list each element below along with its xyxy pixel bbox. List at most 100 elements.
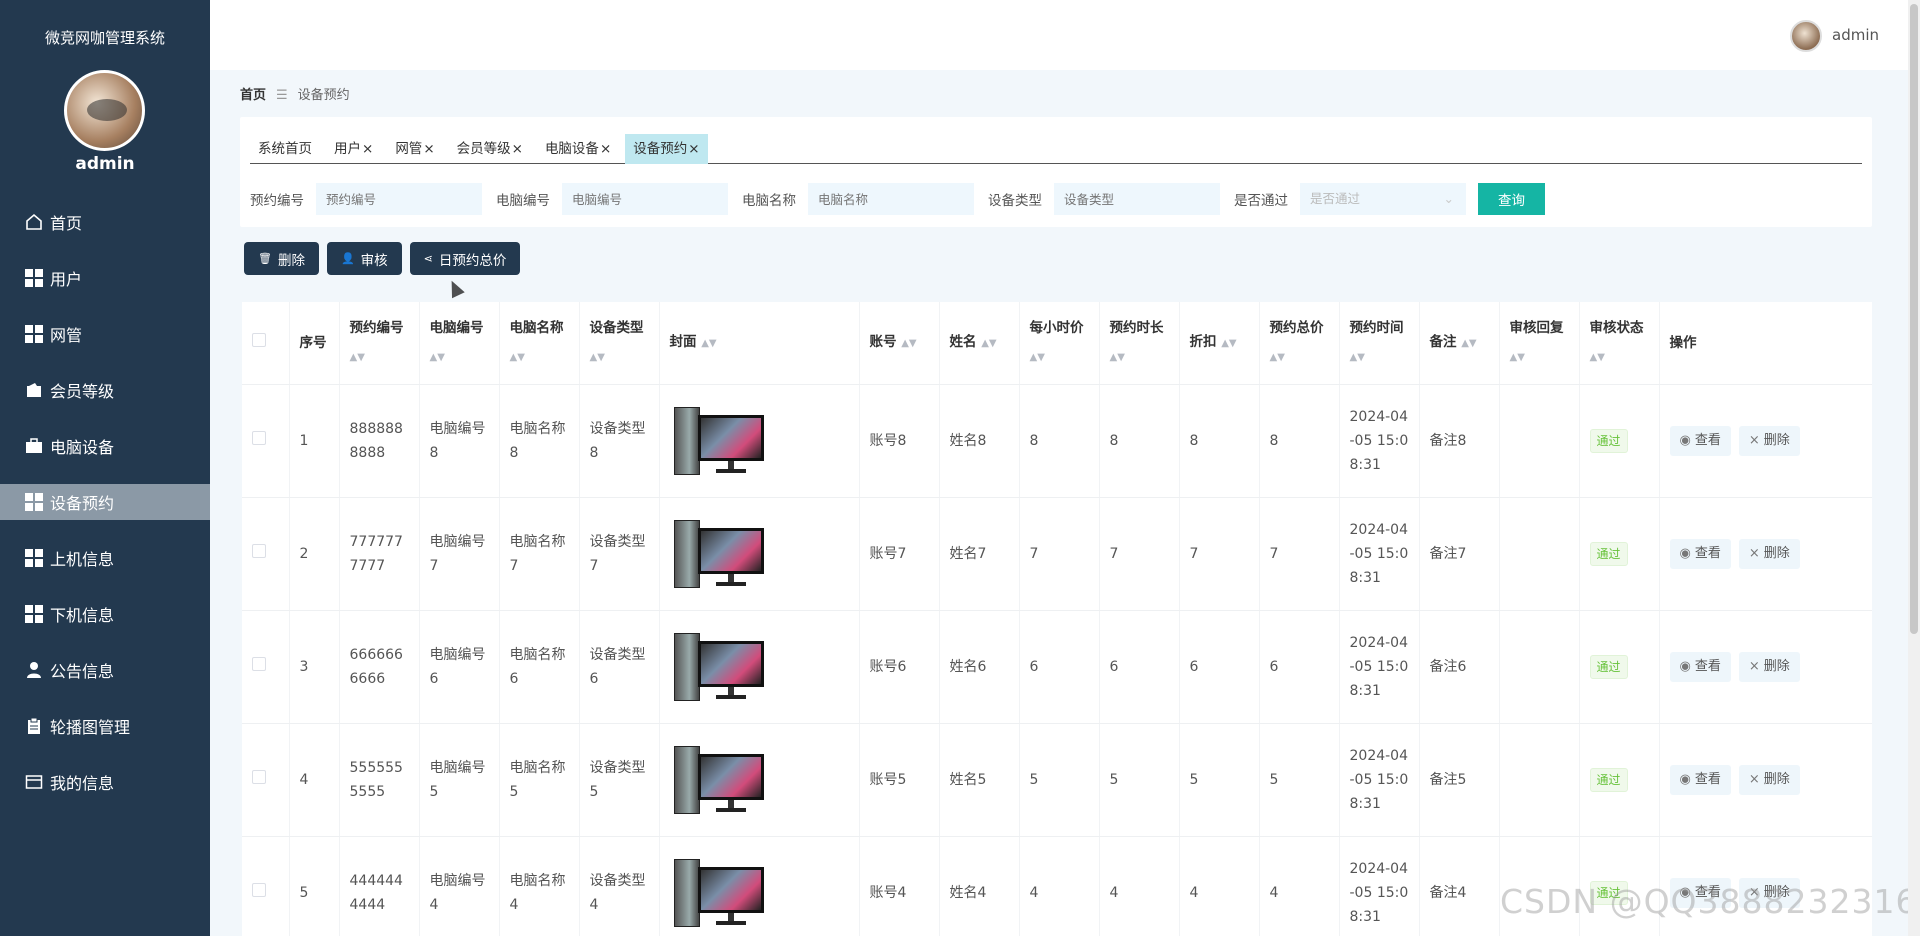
tab-2[interactable]: 用户× xyxy=(326,134,381,164)
column-label: 审核回复 xyxy=(1509,319,1564,336)
column-header[interactable]: 预约时间 ▲▼ xyxy=(1339,302,1420,385)
close-icon[interactable]: × xyxy=(512,141,523,157)
column-header[interactable]: 折扣 ▲▼ xyxy=(1179,302,1260,385)
avatar[interactable] xyxy=(1790,20,1822,52)
sort-icon[interactable]: ▲▼ xyxy=(350,352,365,363)
close-icon[interactable]: × xyxy=(423,141,434,157)
row-checkbox[interactable] xyxy=(252,543,266,558)
row-checkbox[interactable] xyxy=(252,882,266,897)
row-checkbox[interactable] xyxy=(252,769,266,784)
sort-icon[interactable]: ▲▼ xyxy=(901,338,916,349)
tab-5[interactable]: 电脑设备× xyxy=(537,134,619,164)
cell-time: 2024-04-05 15:08:31 xyxy=(1339,384,1420,498)
column-label: 预约编号 xyxy=(349,319,404,336)
sort-icon[interactable]: ▲▼ xyxy=(1461,338,1476,349)
view-button[interactable]: ◉ 查看 xyxy=(1669,538,1731,569)
column-header[interactable]: 封面 ▲▼ xyxy=(659,302,860,385)
filter-label: 电脑编号 xyxy=(496,193,550,209)
sidebar-item-11[interactable]: 我的信息 xyxy=(0,754,210,810)
cell-discount: 8 xyxy=(1179,384,1260,498)
page-scrollbar[interactable] xyxy=(1908,0,1920,936)
query-button[interactable]: 查询 xyxy=(1478,183,1545,215)
review-button[interactable]: 👤 审核 xyxy=(326,242,402,275)
filter-input-4[interactable] xyxy=(1054,183,1220,215)
sort-icon[interactable]: ▲▼ xyxy=(1510,352,1525,363)
sort-icon[interactable]: ▲▼ xyxy=(1221,338,1236,349)
column-label: 电脑名称 xyxy=(509,319,564,336)
sort-icon[interactable]: ▲▼ xyxy=(981,338,996,349)
sidebar-item-3[interactable]: 网管 xyxy=(0,306,210,362)
breadcrumb-home[interactable]: 首页 xyxy=(240,88,266,103)
sidebar-item-5[interactable]: 电脑设备 xyxy=(0,418,210,474)
header-username[interactable]: admin xyxy=(1832,26,1879,44)
tab-6[interactable]: 设备预约× xyxy=(625,134,708,164)
cell-reply xyxy=(1499,723,1580,837)
sidebar-item-8[interactable]: 下机信息 xyxy=(0,586,210,642)
row-delete-button[interactable]: × 删除 xyxy=(1738,425,1800,456)
sidebar-item-4[interactable]: 会员等级 xyxy=(0,362,210,418)
sidebar-item-7[interactable]: 上机信息 xyxy=(0,530,210,586)
table-row[interactable]: 2 7777777777 电脑编号7 电脑名称7 设备类型7 账号7 姓名7 7 7 7 7 2024… xyxy=(242,497,1872,611)
column-header[interactable]: 电脑名称 ▲▼ xyxy=(499,302,580,385)
close-icon[interactable]: × xyxy=(688,141,699,157)
view-button[interactable]: ◉ 查看 xyxy=(1669,764,1731,795)
sort-icon[interactable]: ▲▼ xyxy=(1270,352,1285,363)
filter-input-2[interactable] xyxy=(562,183,728,215)
view-button[interactable]: ◉ 查看 xyxy=(1669,651,1731,682)
sort-icon[interactable]: ▲▼ xyxy=(1590,352,1605,363)
scrollbar-thumb[interactable] xyxy=(1910,4,1918,634)
column-header[interactable]: 预约编号 ▲▼ xyxy=(339,302,420,385)
column-header[interactable]: 设备类型 ▲▼ xyxy=(579,302,660,385)
column-header[interactable]: 预约时长 ▲▼ xyxy=(1099,302,1180,385)
tab-label: 电脑设备 xyxy=(544,141,599,157)
table-row[interactable]: 3 6666666666 电脑编号6 电脑名称6 设备类型6 账号6 姓名6 6 6 6 6 2024… xyxy=(242,610,1872,724)
sidebar-item-2[interactable]: 用户 xyxy=(0,250,210,306)
row-checkbox[interactable] xyxy=(252,430,266,445)
row-delete-button[interactable]: × 删除 xyxy=(1738,764,1800,795)
tab-4[interactable]: 会员等级× xyxy=(449,134,531,164)
daily-total-button[interactable]: ⋖ 日预约总价 xyxy=(409,242,521,275)
close-icon: × xyxy=(1748,771,1760,787)
row-delete-label: 删除 xyxy=(1763,771,1790,787)
sort-icon[interactable]: ▲▼ xyxy=(430,352,445,363)
status-badge: 通过 xyxy=(1589,767,1628,792)
cell-duration: 5 xyxy=(1099,723,1180,837)
row-delete-button[interactable]: × 删除 xyxy=(1738,538,1800,569)
approval-select[interactable]: 是否通过 ⌄ xyxy=(1300,183,1466,215)
filter-input-1[interactable] xyxy=(316,183,482,215)
column-header[interactable]: 操作 xyxy=(1659,302,1872,385)
table-row[interactable]: 4 5555555555 电脑编号5 电脑名称5 设备类型5 账号5 姓名5 5 5 5 5 2024… xyxy=(242,723,1872,837)
sidebar-item-10[interactable]: 轮播图管理 xyxy=(0,698,210,754)
tab-3[interactable]: 网管× xyxy=(387,134,442,164)
column-header[interactable]: 审核状态 ▲▼ xyxy=(1579,302,1660,385)
delete-button[interactable]: 🗑 删除 xyxy=(244,242,319,275)
row-delete-button[interactable]: × 删除 xyxy=(1738,651,1800,682)
column-header[interactable]: 备注 ▲▼ xyxy=(1419,302,1500,385)
tab-1[interactable]: 系统首页 xyxy=(250,134,320,164)
column-header[interactable]: 预约总价 ▲▼ xyxy=(1259,302,1340,385)
table-row[interactable]: 1 8888888888 电脑编号8 电脑名称8 设备类型8 账号8 姓名8 8 8 8 8 2024… xyxy=(242,384,1872,498)
sidebar-item-1[interactable]: 首页 xyxy=(0,194,210,250)
filter-input-3[interactable] xyxy=(808,183,974,215)
column-header[interactable]: 审核回复 ▲▼ xyxy=(1499,302,1580,385)
column-header[interactable]: 账号 ▲▼ xyxy=(859,302,940,385)
close-icon[interactable]: × xyxy=(600,141,611,157)
select-all-checkbox[interactable] xyxy=(252,332,266,347)
column-header[interactable]: 电脑编号 ▲▼ xyxy=(419,302,500,385)
sort-icon[interactable]: ▲▼ xyxy=(1350,352,1365,363)
sort-icon[interactable]: ▲▼ xyxy=(510,352,525,363)
cell-time: 2024-04-05 15:08:31 xyxy=(1339,723,1420,837)
sort-icon[interactable]: ▲▼ xyxy=(1110,352,1125,363)
close-icon[interactable]: × xyxy=(362,141,373,157)
sidebar-item-9[interactable]: 公告信息 xyxy=(0,642,210,698)
view-button[interactable]: ◉ 查看 xyxy=(1669,425,1731,456)
sidebar-item-6[interactable]: 设备预约 xyxy=(0,484,210,520)
cell-type: 设备类型8 xyxy=(579,384,660,498)
row-checkbox[interactable] xyxy=(252,656,266,671)
column-header[interactable]: 姓名 ▲▼ xyxy=(939,302,1020,385)
sort-icon[interactable]: ▲▼ xyxy=(590,352,605,363)
sort-icon[interactable]: ▲▼ xyxy=(701,338,716,349)
sort-icon[interactable]: ▲▼ xyxy=(1030,352,1045,363)
column-header[interactable]: 每小时价 ▲▼ xyxy=(1019,302,1100,385)
column-header[interactable]: 序号 xyxy=(289,302,340,385)
